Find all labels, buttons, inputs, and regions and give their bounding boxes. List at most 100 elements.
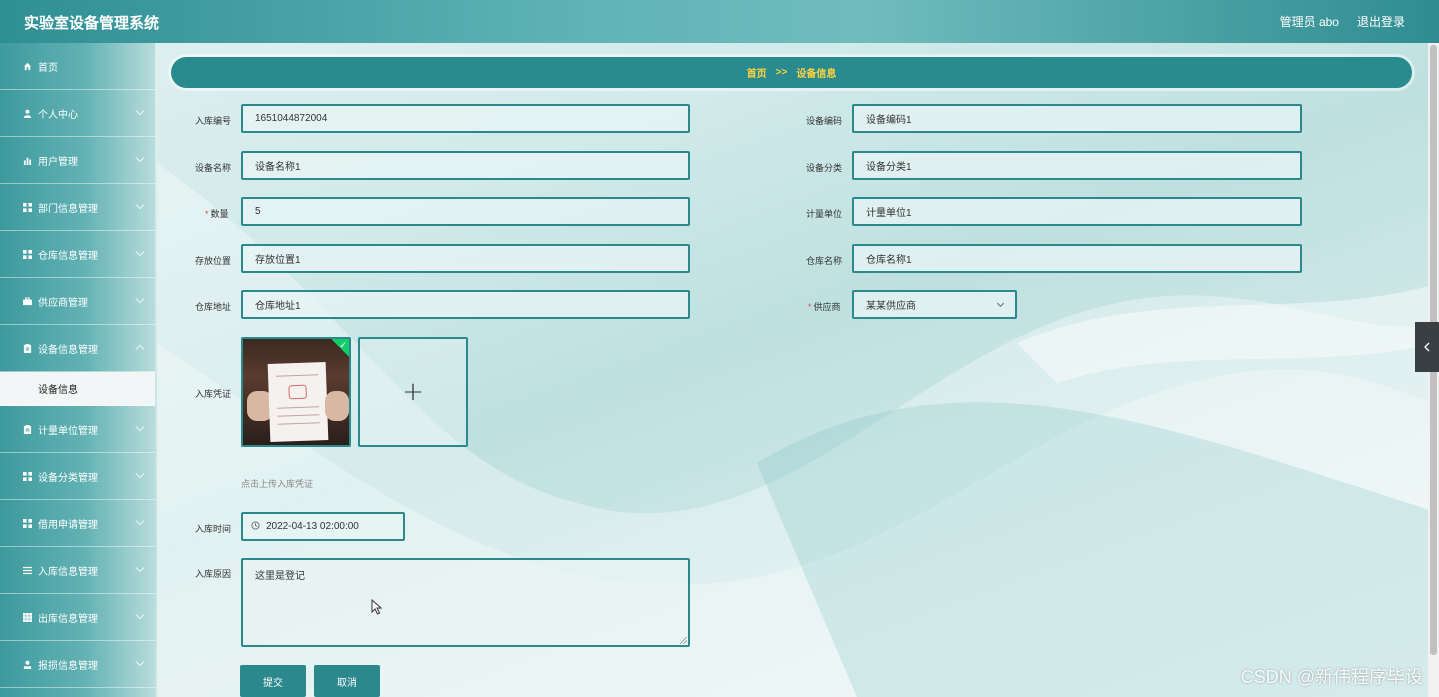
sidebar-item-label: 仓库信息管理 [38, 250, 98, 262]
sidebar-item-label: 首页 [38, 62, 58, 74]
sidebar-subitem-label: 设备信息 [38, 385, 78, 396]
sidebar-item-label: 部门信息管理 [38, 203, 98, 215]
sidebar-item-label: 出库信息管理 [38, 613, 98, 625]
sidebar-item-label: 个人中心 [38, 109, 78, 121]
warehouse-address-field[interactable]: 仓库地址1 [241, 290, 690, 319]
watermark: CSDN @新伟程序毕设 [1240, 667, 1423, 687]
device-name-label: 设备名称 [195, 163, 232, 173]
sidebar-item-label: 借用申请管理 [38, 519, 98, 531]
logout-link[interactable]: 退出登录 [1357, 13, 1405, 30]
clipboard-icon [22, 343, 32, 353]
sidebar-item-warehouse[interactable]: 仓库信息管理 [0, 231, 155, 278]
sidebar-item-department[interactable]: 部门信息管理 [0, 184, 155, 231]
grid-icon [22, 249, 32, 259]
sidebar-item-stock-in[interactable]: 入库信息管理 [0, 547, 155, 594]
user-label[interactable]: 管理员 abo [1280, 13, 1339, 30]
sidebar-item-category[interactable]: 设备分类管理 [0, 453, 155, 500]
clipboard-icon [22, 424, 32, 434]
list-icon [22, 565, 32, 575]
unit-field[interactable]: 计量单位1 [852, 197, 1302, 226]
grid-icon [22, 202, 32, 212]
device-name-field[interactable]: 设备名称1 [241, 151, 690, 180]
chevron-down-icon [135, 563, 145, 573]
briefcase-icon [22, 296, 32, 306]
collapse-panel-button[interactable] [1415, 322, 1439, 372]
submit-button[interactable]: 提交 [240, 665, 306, 697]
sidebar-item-borrow[interactable]: 借用申请管理 [0, 500, 155, 547]
photo-detail [325, 391, 349, 421]
plus-icon: + [402, 377, 424, 407]
quantity-label: * 数量 [205, 207, 229, 220]
resize-handle-icon[interactable] [680, 637, 687, 644]
upload-add-button[interactable]: + [358, 337, 468, 447]
voucher-label: 入库凭证 [195, 389, 232, 399]
supplier-label: * 供应商 [808, 300, 841, 313]
table-icon [22, 612, 32, 622]
sidebar-subitem-device-info[interactable]: 设备信息 [0, 372, 155, 406]
mouse-cursor-icon [371, 599, 383, 615]
warehouse-address-label: 仓库地址 [195, 302, 232, 312]
chevron-down-icon [135, 516, 145, 526]
sidebar-item-label: 设备信息管理 [38, 344, 98, 356]
sidebar-item-home[interactable]: 首页 [0, 43, 155, 90]
sidebar-item-users[interactable]: 用户管理 [0, 137, 155, 184]
grid-icon [22, 518, 32, 528]
reason-textarea[interactable]: 这里是登记 [241, 558, 690, 647]
reason-value: 这里是登记 [255, 571, 305, 582]
photo-detail [267, 362, 329, 442]
sidebar-item-unit[interactable]: 计量单位管理 [0, 406, 155, 453]
photo-detail [288, 384, 307, 400]
device-code-label: 设备编码 [806, 116, 843, 126]
sidebar-item-profile[interactable]: 个人中心 [0, 90, 155, 137]
chevron-down-icon [135, 657, 145, 667]
sidebar-item-label: 报损信息管理 [38, 660, 98, 672]
sidebar-item-stock-out[interactable]: 出库信息管理 [0, 594, 155, 641]
photo-detail [277, 414, 320, 417]
cancel-button[interactable]: 取消 [314, 665, 380, 697]
chevron-down-icon [135, 610, 145, 620]
photo-detail [277, 406, 320, 409]
sidebar-item-damage[interactable]: 报损信息管理 [0, 641, 155, 688]
breadcrumb-current: 设备信息 [796, 69, 837, 80]
app-title: 实验室设备管理系统 [24, 14, 160, 32]
breadcrumb: 首页 >> 设备信息 [171, 57, 1412, 88]
chevron-down-icon [135, 294, 145, 304]
chevron-left-icon [1424, 342, 1430, 352]
sidebar-item-label: 供应商管理 [38, 297, 88, 309]
sidebar-item-device-info[interactable]: 设备信息管理 [0, 325, 155, 372]
breadcrumb-separator: >> [775, 67, 788, 78]
chevron-down-icon [135, 200, 145, 210]
device-code-field[interactable]: 设备编码1 [852, 104, 1302, 133]
device-category-field[interactable]: 设备分类1 [852, 151, 1302, 180]
voucher-thumbnail[interactable]: ✓ [241, 337, 351, 447]
supplier-selected-value: 某某供应商 [866, 301, 916, 312]
location-label: 存放位置 [195, 256, 232, 266]
chevron-down-icon [135, 422, 145, 432]
location-field[interactable]: 存放位置1 [241, 244, 690, 273]
chevron-down-icon [135, 247, 145, 257]
warehouse-name-field[interactable]: 仓库名称1 [852, 244, 1302, 273]
quantity-field[interactable]: 5 [241, 197, 690, 226]
required-mark: * [205, 209, 209, 219]
in-time-value: 2022-04-13 02:00:00 [266, 521, 359, 532]
sidebar: 首页 个人中心 用户管理 部门信息管理 仓库信息管理 供应商管理 设备信息管理 … [0, 43, 155, 697]
chevron-down-icon [135, 153, 145, 163]
chevron-up-icon [135, 344, 145, 354]
sidebar-item-label: 用户管理 [38, 156, 78, 168]
supplier-select[interactable]: 某某供应商 [852, 290, 1017, 319]
upload-hint: 点击上传入库凭证 [241, 479, 314, 489]
required-mark: * [808, 302, 812, 312]
quantity-label-text: 数量 [210, 209, 229, 219]
chevron-down-icon [996, 299, 1005, 308]
check-icon: ✓ [339, 340, 347, 350]
breadcrumb-home[interactable]: 首页 [747, 65, 767, 80]
sidebar-item-label: 入库信息管理 [38, 566, 98, 578]
supplier-label-text: 供应商 [813, 302, 841, 312]
sidebar-item-label: 计量单位管理 [38, 425, 98, 437]
in-time-picker[interactable]: 2022-04-13 02:00:00 [241, 512, 405, 541]
in-no-field[interactable]: 1651044872004 [241, 104, 690, 133]
user-box: 管理员 abo 退出登录 [1280, 13, 1405, 30]
person-icon [22, 659, 32, 669]
sidebar-item-supplier[interactable]: 供应商管理 [0, 278, 155, 325]
chevron-down-icon [135, 106, 145, 116]
